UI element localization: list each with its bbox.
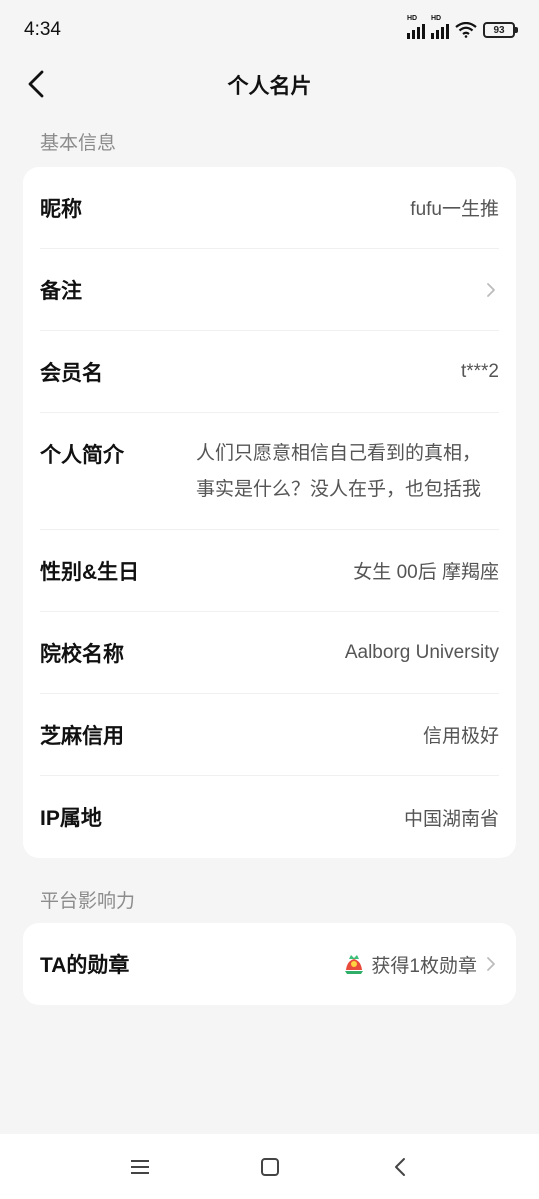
system-back-button[interactable] (380, 1147, 420, 1187)
signal-icon: HD (407, 15, 425, 39)
medal-summary: 获得1枚勋章 (343, 951, 499, 978)
credit-label: 芝麻信用 (40, 724, 124, 748)
ip-location-label: IP属地 (40, 807, 102, 830)
medal-value: 获得1枚勋章 (371, 955, 477, 977)
nickname-label: 昵称 (40, 197, 82, 221)
gender-birthday-label: 性别&生日 (40, 560, 140, 584)
influence-card: TA的勋章 获得1枚勋章 (23, 923, 516, 1005)
status-time: 4:34 (24, 19, 61, 40)
back-triangle-icon (394, 1157, 405, 1176)
nickname-row: 昵称 fufu一生推 (40, 167, 499, 249)
ip-location-row: IP属地 中国湖南省 (40, 776, 499, 858)
menu-button[interactable] (120, 1147, 160, 1187)
wifi-icon (455, 22, 477, 38)
bio-line-2: 事实是什么？没人在乎，也包括我 (196, 479, 482, 500)
basic-info-card: 昵称 fufu一生推 备注 会员名 t***2 个人简介 人们只愿意相信自己看到… (23, 167, 516, 858)
chevron-right-icon (487, 282, 495, 297)
nickname-value: fufu一生推 (410, 199, 499, 220)
battery-icon: 93 (483, 22, 518, 38)
bio-row: 个人简介 人们只愿意相信自己看到的真相， 事实是什么？没人在乎，也包括我 (40, 413, 499, 530)
bio-value: 人们只愿意相信自己看到的真相， 事实是什么？没人在乎，也包括我 (196, 436, 499, 508)
school-row: 院校名称 Aalborg University (40, 612, 499, 694)
medal-badge-icon (345, 955, 364, 974)
credit-value: 信用极好 (422, 726, 499, 747)
page-title: 个人名片 (227, 75, 312, 98)
hd-label-2: HD (431, 15, 442, 22)
home-square-icon (260, 1157, 279, 1176)
status-icons: HD HD 93 (407, 15, 518, 39)
medal-label: TA的勋章 (40, 954, 130, 977)
member-name-value: t***2 (460, 360, 499, 382)
battery-level: 93 (493, 24, 505, 36)
chevron-right-icon (487, 957, 495, 971)
hd-label: HD (407, 15, 418, 22)
gender-birthday-value: 女生 00后 摩羯座 (353, 562, 499, 583)
remark-label: 备注 (40, 279, 82, 303)
credit-row: 芝麻信用 信用极好 (40, 694, 499, 776)
member-name-row: 会员名 t***2 (40, 331, 499, 413)
remark-row[interactable]: 备注 (40, 249, 499, 331)
system-nav-bar (0, 1134, 539, 1199)
medal-row[interactable]: TA的勋章 获得1枚勋章 (40, 923, 499, 1005)
nav-bar: 个人名片 (0, 60, 539, 108)
section-title-basic-info: 基本信息 (40, 133, 117, 154)
signal-icon-2: HD (431, 15, 449, 39)
school-label: 院校名称 (40, 642, 124, 666)
menu-icon (130, 1159, 149, 1174)
bio-line-1: 人们只愿意相信自己看到的真相， (196, 443, 482, 464)
ip-location-value: 中国湖南省 (403, 808, 499, 830)
school-value: Aalborg University (344, 641, 499, 663)
home-button[interactable] (250, 1147, 290, 1187)
section-title-influence: 平台影响力 (40, 891, 136, 912)
member-name-label: 会员名 (40, 361, 103, 385)
gender-birthday-row: 性别&生日 女生 00后 摩羯座 (40, 530, 499, 612)
bio-label: 个人简介 (40, 444, 124, 467)
status-bar: 4:34 HD HD 93 (0, 0, 539, 60)
